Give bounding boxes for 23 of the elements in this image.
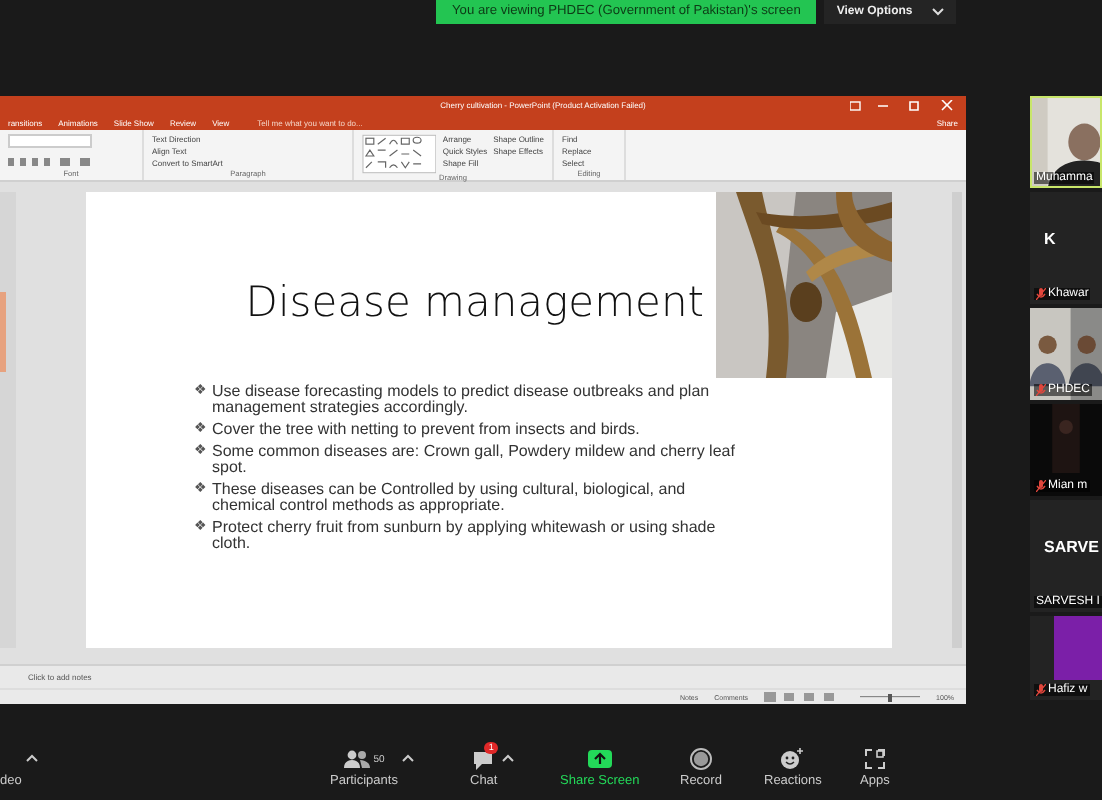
font-name-field[interactable]: [8, 134, 92, 148]
participants-icon: [343, 750, 370, 768]
caret-icon[interactable]: [401, 754, 414, 762]
bullet-text: These diseases can be Controlled by using cultural, biological, and chemical control methods as appropriate.: [212, 482, 688, 514]
caret-icon: [932, 8, 945, 16]
window-controls-icon[interactable]: [850, 100, 954, 112]
shapes-gallery-icon[interactable]: [362, 134, 437, 174]
slider-thumb[interactable]: [888, 693, 893, 701]
avatar: [1054, 616, 1102, 680]
caret-icon[interactable]: [501, 754, 514, 762]
record-icon: [689, 748, 712, 770]
bullet-text: Some common diseases are: Crown gall, Powdery mildew and cherry leaf spot.: [212, 444, 737, 476]
apps-icon: [863, 748, 886, 770]
participant-name-display: K: [1042, 229, 1056, 247]
slide-title: Disease management: [243, 276, 706, 330]
participant-name-display: SARVE: [1042, 537, 1099, 555]
caret-icon[interactable]: [25, 754, 38, 762]
share-screen-icon: [587, 750, 612, 768]
bullet-text: Use disease forecasting models to predict disease outbreaks and plan management strategies accordingly.: [212, 384, 712, 416]
bullet-text: Cover the tree with netting to prevent from insects and birds.: [212, 422, 640, 438]
chat-icon: [472, 749, 495, 769]
emoji-icon: [780, 748, 805, 770]
bullet-text: Protect cherry fruit from sunburn by applying whitewash or using shade cloth.: [212, 520, 718, 552]
